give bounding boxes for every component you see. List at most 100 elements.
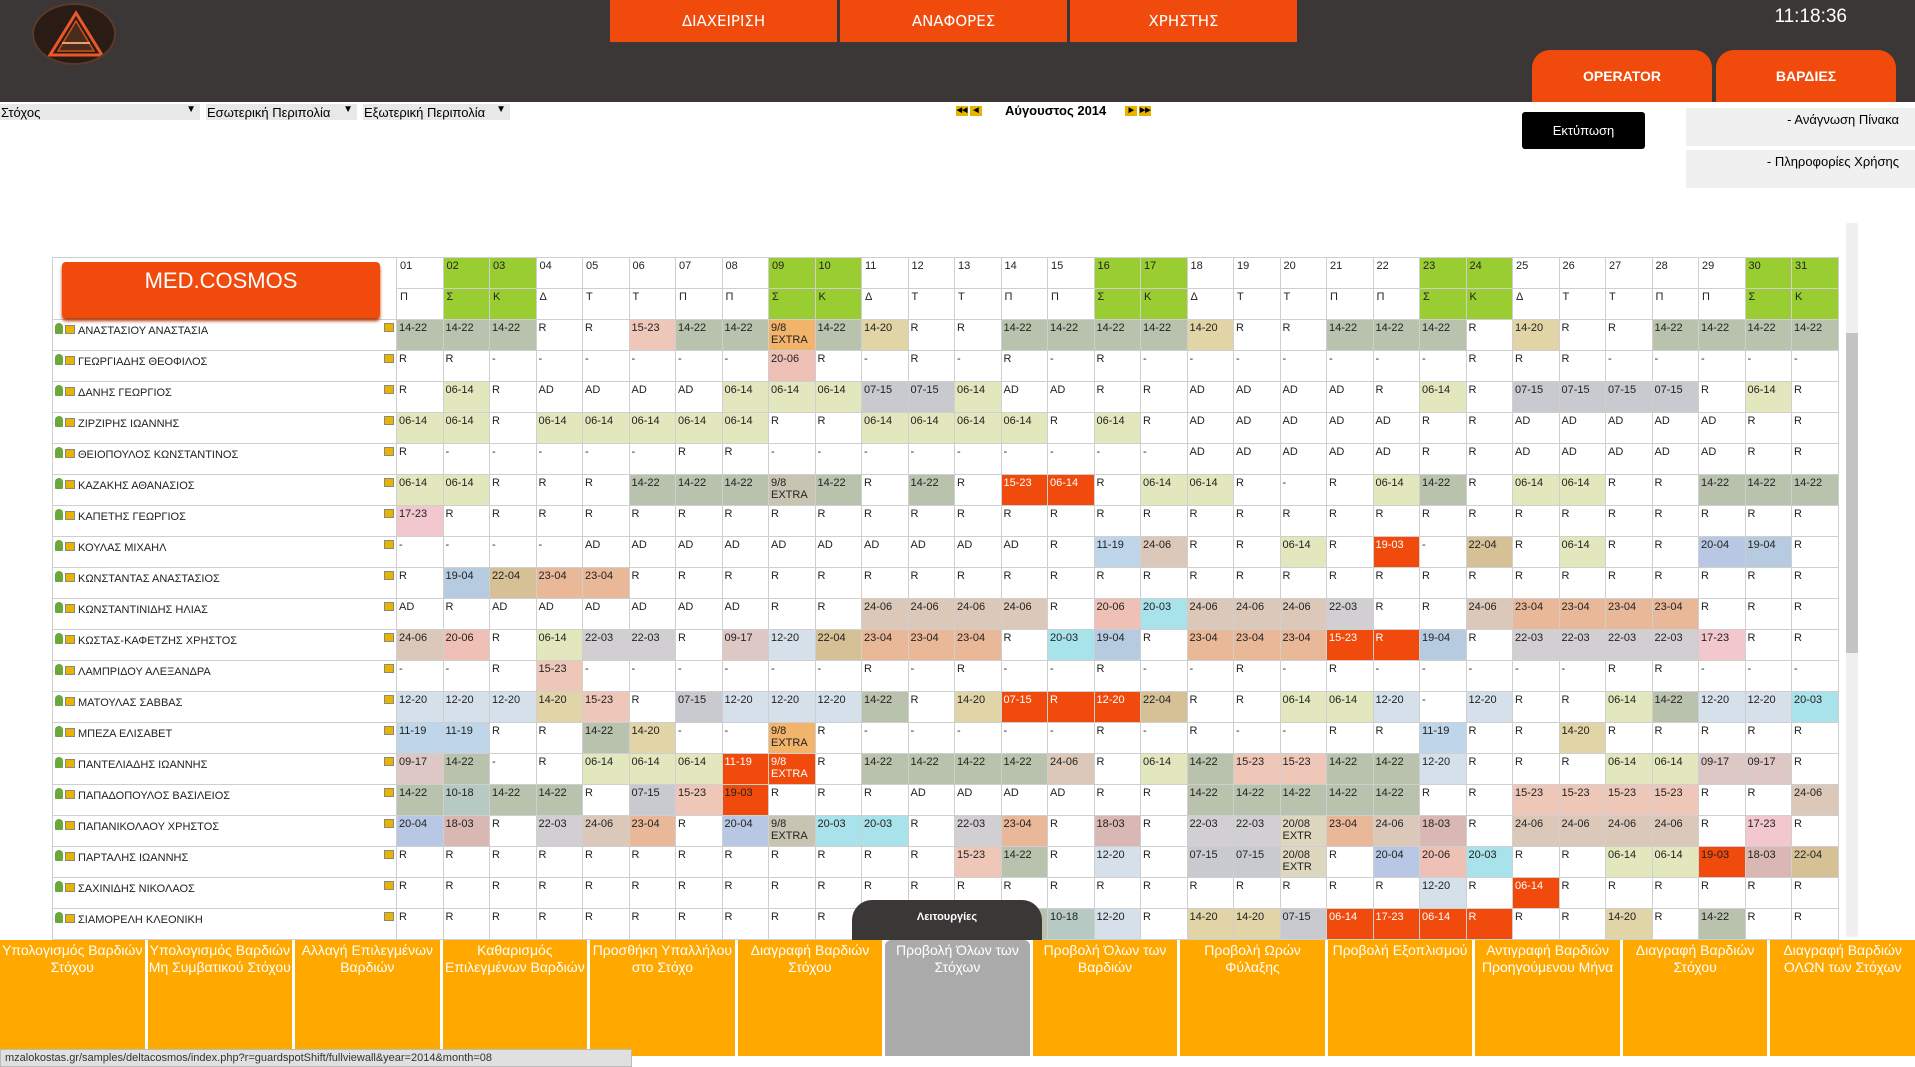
function-button[interactable]: Διαγραφή Βαρδιών Στόχου (1622, 940, 1768, 1056)
user-icon[interactable] (55, 354, 63, 365)
shift-cell[interactable]: 22-04 (1465, 536, 1513, 568)
shift-cell[interactable]: 24-06 (1791, 784, 1839, 816)
shift-cell[interactable]: R (582, 505, 630, 537)
shift-cell[interactable]: R (442, 877, 490, 909)
employee-name-cell[interactable]: ΠΑΠΑΔΟΠΟΥΛΟΣ ΒΑΣΙΛΕΙΟΣ (52, 784, 397, 816)
shift-cell[interactable]: R (675, 629, 723, 661)
shift-cell[interactable]: 12-20 (1372, 691, 1420, 723)
shift-cell[interactable]: R (1279, 877, 1327, 909)
shift-cell[interactable]: 07-15 (1558, 381, 1606, 413)
shift-cell[interactable]: 9/8 EXTRA (768, 474, 816, 506)
shift-cell[interactable]: R (1326, 567, 1374, 599)
scrollbar-thumb[interactable] (1846, 333, 1858, 653)
shift-cell[interactable]: 07-15 (1000, 691, 1048, 723)
shift-cell[interactable]: 12-20 (1419, 753, 1467, 785)
row-flag-icon[interactable] (384, 912, 394, 921)
shift-cell[interactable]: R (1698, 877, 1746, 909)
shift-cell[interactable]: 24-06 (954, 598, 1002, 630)
shift-cell[interactable]: R (1140, 505, 1188, 537)
shift-cell[interactable]: R (1093, 567, 1141, 599)
external-patrol-select[interactable]: Εξωτερική Περιπολία ▼ (363, 104, 510, 120)
shift-cell[interactable]: 15-23 (1512, 784, 1560, 816)
shift-cell[interactable]: R (1605, 319, 1653, 351)
shift-cell[interactable]: - (582, 443, 630, 475)
shift-cell[interactable]: R (489, 908, 537, 940)
user-icon[interactable] (55, 726, 63, 737)
shift-cell[interactable]: AD (1186, 412, 1234, 444)
shift-cell[interactable]: AD (1326, 443, 1374, 475)
shift-cell[interactable]: R (1512, 536, 1560, 568)
shift-cell[interactable]: R (1744, 908, 1792, 940)
shift-cell[interactable]: 18-03 (1093, 815, 1141, 847)
shift-cell[interactable]: 11-19 (1093, 536, 1141, 568)
function-button[interactable]: Διαγραφή Βαρδιών Στόχου (737, 940, 883, 1056)
shift-cell[interactable]: R (675, 567, 723, 599)
shift-cell[interactable]: - (1140, 660, 1188, 692)
shift-cell[interactable]: 14-22 (582, 722, 630, 754)
shift-cell[interactable]: - (396, 660, 444, 692)
shift-cell[interactable]: R (768, 877, 816, 909)
shift-cell[interactable]: 14-22 (1186, 753, 1234, 785)
shift-cell[interactable]: R (1651, 660, 1699, 692)
flag-icon[interactable] (65, 759, 75, 768)
shift-cell[interactable]: 14-22 (1186, 784, 1234, 816)
shift-cell[interactable]: R (861, 846, 909, 878)
shift-cell[interactable]: R (1465, 722, 1513, 754)
shift-cell[interactable]: 14-22 (1326, 784, 1374, 816)
shift-cell[interactable]: AD (861, 536, 909, 568)
shift-cell[interactable]: R (1558, 846, 1606, 878)
shift-cell[interactable]: R (582, 784, 630, 816)
shift-cell[interactable]: AD (1558, 412, 1606, 444)
shift-cell[interactable]: - (1233, 350, 1281, 382)
shift-cell[interactable]: R (1140, 567, 1188, 599)
shift-cell[interactable]: R (628, 505, 676, 537)
shift-cell[interactable]: R (1512, 350, 1560, 382)
shift-cell[interactable]: R (1140, 381, 1188, 413)
shift-cell[interactable]: 20/08 EXTR (1279, 846, 1327, 878)
shift-cell[interactable]: - (1000, 660, 1048, 692)
shift-cell[interactable]: 14-22 (1698, 319, 1746, 351)
shift-cell[interactable]: 12-20 (1698, 691, 1746, 723)
tab-operator[interactable]: OPERATOR (1532, 50, 1712, 102)
shift-cell[interactable]: 19-04 (1744, 536, 1792, 568)
employee-name-cell[interactable]: ΚΩΝΣΤΑΝΤΙΝΙΔΗΣ ΗΛΙΑΣ (52, 598, 397, 630)
employee-name-cell[interactable]: ΠΑΝΤΕΛΙΑΔΗΣ ΙΩΑΝΝΗΣ (52, 753, 397, 785)
shift-cell[interactable]: - (675, 722, 723, 754)
shift-cell[interactable]: R (1744, 629, 1792, 661)
shift-cell[interactable]: 18-03 (1744, 846, 1792, 878)
shift-cell[interactable]: 9/8 EXTRA (768, 753, 816, 785)
shift-cell[interactable]: R (1372, 381, 1420, 413)
shift-cell[interactable]: 11-19 (721, 753, 769, 785)
shift-cell[interactable]: R (1558, 908, 1606, 940)
shift-cell[interactable]: R (1140, 815, 1188, 847)
shift-cell[interactable]: R (1465, 412, 1513, 444)
nav-user[interactable]: ΧΡΗΣΤΗΣ (1070, 0, 1300, 42)
shift-cell[interactable]: AD (1233, 381, 1281, 413)
shift-cell[interactable]: R (442, 846, 490, 878)
shift-cell[interactable]: R (628, 877, 676, 909)
shift-cell[interactable]: 14-22 (721, 474, 769, 506)
shift-cell[interactable]: 14-20 (628, 722, 676, 754)
employee-name-cell[interactable]: ΔΑΝΗΣ ΓΕΩΡΓΙΟΣ (52, 381, 397, 413)
shift-cell[interactable]: R (489, 629, 537, 661)
shift-cell[interactable]: AD (954, 784, 1002, 816)
function-button[interactable]: Υπολογισμός Βαρδιών Στόχου (0, 940, 145, 1056)
shift-cell[interactable]: 20-04 (1372, 846, 1420, 878)
row-flag-icon[interactable] (384, 850, 394, 859)
user-icon[interactable] (55, 571, 63, 582)
shift-cell[interactable]: - (1279, 722, 1327, 754)
shift-cell[interactable]: AD (954, 536, 1002, 568)
user-icon[interactable] (55, 757, 63, 768)
shift-cell[interactable]: - (1512, 660, 1560, 692)
shift-cell[interactable]: R (1419, 598, 1467, 630)
shift-cell[interactable]: 06-14 (1605, 691, 1653, 723)
user-icon[interactable] (55, 881, 63, 892)
shift-cell[interactable]: AD (628, 536, 676, 568)
shift-cell[interactable]: R (721, 846, 769, 878)
shift-cell[interactable]: - (582, 350, 630, 382)
shift-cell[interactable]: AD (1605, 412, 1653, 444)
shift-cell[interactable]: R (1093, 350, 1141, 382)
shift-cell[interactable]: - (1186, 350, 1234, 382)
shift-cell[interactable]: 24-06 (582, 815, 630, 847)
shift-cell[interactable]: 22-04 (489, 567, 537, 599)
